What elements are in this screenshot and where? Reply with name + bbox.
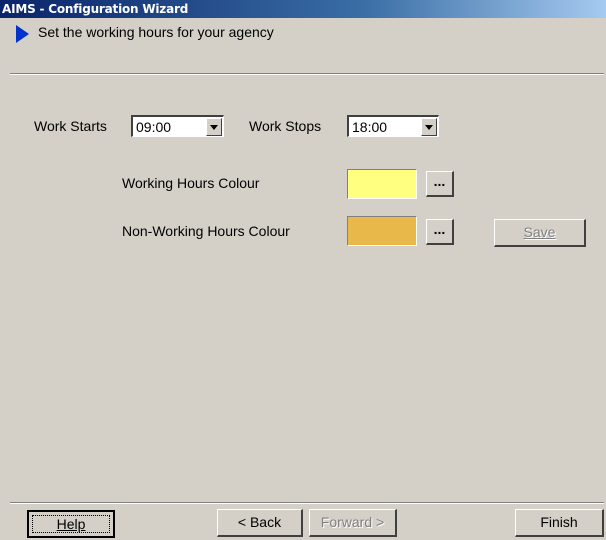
save-button[interactable]: Save <box>494 219 586 247</box>
work-starts-dropdown-button[interactable] <box>206 118 222 136</box>
back-button[interactable]: < Back <box>217 509 303 537</box>
work-stops-select[interactable]: 18:00 <box>347 115 439 137</box>
title-bar[interactable]: AIMS - Configuration Wizard <box>0 0 606 18</box>
work-stops-label: Work Stops <box>249 118 322 134</box>
footer-divider <box>10 502 604 504</box>
work-stops-dropdown-button[interactable] <box>421 118 437 136</box>
non-working-hours-colour-swatch <box>347 216 417 246</box>
forward-button[interactable]: Forward > <box>309 509 397 537</box>
work-starts-select[interactable]: 09:00 <box>131 115 224 137</box>
window-title: AIMS - Configuration Wizard <box>2 2 189 16</box>
help-focus-ring <box>32 515 110 533</box>
working-hours-colour-label: Working Hours Colour <box>122 175 260 191</box>
work-stops-value: 18:00 <box>352 119 388 135</box>
working-hours-colour-swatch <box>347 169 417 199</box>
instruction-text: Set the working hours for your agency <box>38 24 274 40</box>
wizard-window: AIMS - Configuration Wizard Set the work… <box>0 0 606 540</box>
finish-button[interactable]: Finish <box>515 509 604 537</box>
work-starts-label: Work Starts <box>34 118 107 134</box>
help-button[interactable]: Help <box>27 510 115 538</box>
save-button-label: Save <box>523 224 556 240</box>
non-working-hours-colour-browse-button[interactable]: ... <box>426 219 454 245</box>
chevron-down-icon <box>210 125 218 130</box>
header-divider <box>10 73 604 75</box>
step-arrow-icon <box>16 25 29 43</box>
work-starts-value: 09:00 <box>136 119 172 135</box>
chevron-down-icon <box>425 125 433 130</box>
non-working-hours-colour-label: Non-Working Hours Colour <box>122 223 290 239</box>
working-hours-colour-browse-button[interactable]: ... <box>426 171 454 197</box>
